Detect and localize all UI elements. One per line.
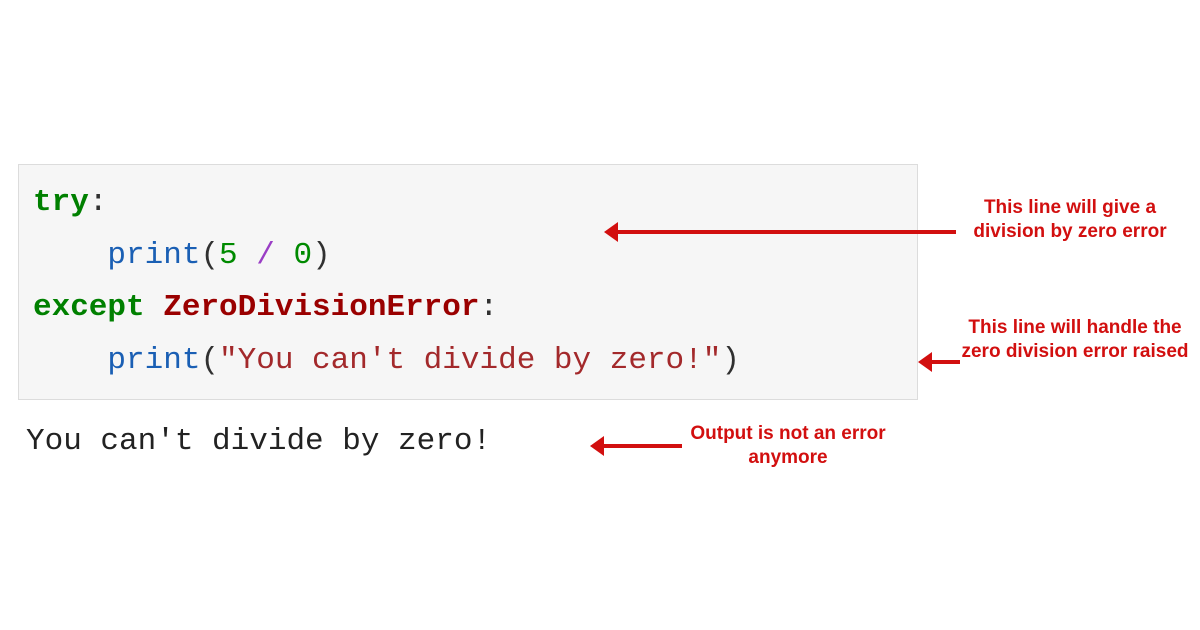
space <box>238 238 257 273</box>
arrow-icon <box>616 230 956 234</box>
indent <box>33 238 107 273</box>
fn-print: print <box>107 343 200 378</box>
annotation-2: This line will handle the zero division … <box>960 316 1190 364</box>
code-line-1: try: <box>33 177 903 230</box>
keyword-try: try <box>33 185 89 220</box>
space <box>275 238 294 273</box>
operator-divide: / <box>256 238 275 273</box>
space <box>145 290 164 325</box>
code-line-2: print(5 / 0) <box>33 230 903 283</box>
output-text: You can't divide by zero! <box>26 424 491 459</box>
annotation-3: Output is not an error anymore <box>688 422 888 470</box>
rparen: ) <box>312 238 331 273</box>
fn-print: print <box>107 238 200 273</box>
keyword-except: except <box>33 290 145 325</box>
annotation-1: This line will give a division by zero e… <box>960 196 1180 244</box>
lparen: ( <box>200 238 219 273</box>
colon: : <box>480 290 499 325</box>
arrow-icon <box>602 444 682 448</box>
arrow-icon <box>930 360 960 364</box>
code-line-4: print("You can't divide by zero!") <box>33 335 903 388</box>
colon: : <box>89 185 108 220</box>
string-literal: "You can't divide by zero!" <box>219 343 721 378</box>
code-line-3: except ZeroDivisionError: <box>33 282 903 335</box>
rparen: ) <box>721 343 740 378</box>
literal-0: 0 <box>293 238 312 273</box>
exception-name: ZeroDivisionError <box>163 290 479 325</box>
literal-5: 5 <box>219 238 238 273</box>
code-block: try: print(5 / 0) except ZeroDivisionErr… <box>18 164 918 400</box>
indent <box>33 343 107 378</box>
lparen: ( <box>200 343 219 378</box>
